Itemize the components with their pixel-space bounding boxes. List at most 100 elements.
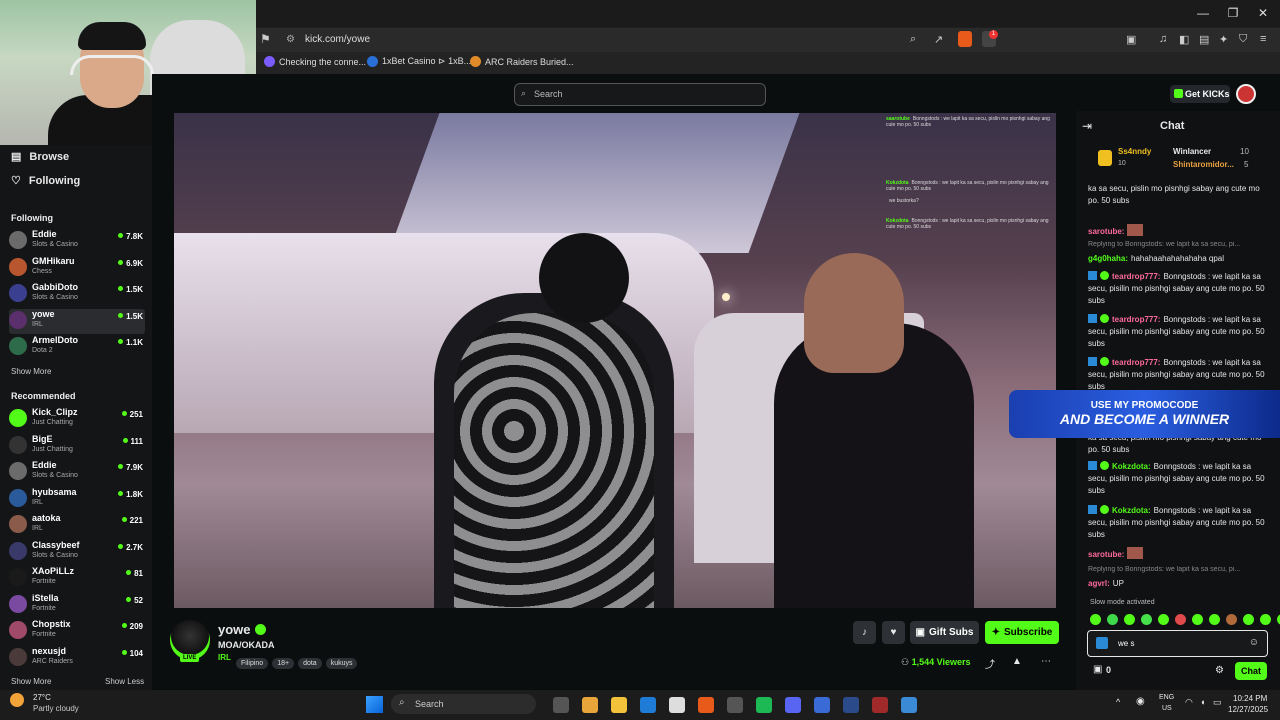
emoji-icon[interactable]: ☺ [1249, 637, 1259, 648]
clock-date[interactable]: 12/27/2025 [1228, 705, 1268, 714]
chat-username[interactable]: Kokzdota: [1112, 462, 1151, 471]
vscode-icon[interactable] [843, 697, 859, 713]
emote-icon[interactable] [1192, 614, 1203, 625]
bookmark-icon[interactable]: ⚑ [260, 32, 271, 46]
channel-item[interactable]: Eddie Slots & Casino 7.9K [9, 460, 145, 485]
emote-icon[interactable] [1124, 614, 1135, 625]
taskbar-search[interactable]: ⌕ Search [391, 694, 536, 714]
zoom-icon[interactable]: ⌕ [910, 33, 916, 46]
streamer-name[interactable]: yowe [218, 622, 251, 637]
channel-item[interactable]: iStella Fortnite 52 [9, 593, 145, 618]
clock-time[interactable]: 10:24 PM [1233, 694, 1267, 703]
channel-item[interactable]: Chopstix Fortnite 209 [9, 619, 145, 644]
chat-username[interactable]: teardrop777: [1112, 358, 1160, 367]
channel-item[interactable]: aatoka IRL 221 [9, 513, 145, 538]
chat-username[interactable]: Kokzdota: [1112, 506, 1151, 515]
tray-app-icon[interactable]: ◉ [1136, 696, 1145, 707]
minimize-icon[interactable]: — [1190, 4, 1216, 22]
tag-item[interactable]: Filipino [236, 658, 269, 669]
copilot-icon[interactable] [582, 697, 598, 713]
media-icon[interactable]: ♫ [1159, 33, 1167, 45]
taskbar-app-icon[interactable] [727, 697, 743, 713]
task-view-icon[interactable] [553, 697, 569, 713]
brave-icon[interactable] [698, 697, 714, 713]
subscribe-button[interactable]: ✦ Subscribe [985, 621, 1059, 644]
chat-username[interactable]: sarotube: [1088, 227, 1124, 236]
bookmark-item[interactable]: ARC Raiders Buried... [470, 56, 574, 67]
channel-item[interactable]: XAoPiLLz Fortnite 81 [9, 566, 145, 591]
promo-banner[interactable]: USE MY PROMOCODE AND BECOME A WINNER [1009, 390, 1280, 438]
report-icon[interactable]: ▲ [1012, 656, 1022, 667]
channel-item[interactable]: GMHikaru Chess 6.9K [9, 256, 145, 281]
tag-item[interactable]: 18+ [272, 658, 295, 669]
channel-item[interactable]: Eddie Slots & Casino 7.8K [9, 229, 145, 254]
collapse-chat-icon[interactable]: ⇥ [1082, 119, 1092, 133]
bookmark-item[interactable]: 1xBet Casino ⊳ 1xB... [367, 56, 471, 67]
calculator-icon[interactable] [901, 697, 917, 713]
wifi-icon[interactable]: ◠ [1185, 697, 1193, 708]
emote-icon[interactable] [1175, 614, 1186, 625]
maximize-icon[interactable]: ❐ [1220, 4, 1246, 22]
weather-desc[interactable]: Partly cloudy [33, 704, 79, 713]
show-more-recommended[interactable]: Show More [11, 677, 51, 686]
sidebar-toggle-icon[interactable]: ◧ [1179, 33, 1189, 46]
stream-category[interactable]: IRL [218, 653, 231, 662]
url-field[interactable]: kick.com/yowe [305, 34, 370, 45]
emote-icon[interactable] [1260, 614, 1271, 625]
chat-username[interactable]: teardrop777: [1112, 272, 1160, 281]
share-icon[interactable]: ↗ [934, 33, 943, 46]
menu-icon[interactable]: ≡ [1260, 33, 1266, 45]
file-explorer-icon[interactable] [611, 697, 627, 713]
weather-temp[interactable]: 27°C [33, 693, 51, 702]
windows-start-icon[interactable] [366, 696, 383, 713]
lang-indicator[interactable]: ENG [1159, 694, 1174, 701]
chat-username[interactable]: g4g0haha: [1088, 254, 1128, 263]
channel-item[interactable]: BigE Just Chatting 111 [9, 434, 145, 459]
channel-item[interactable]: Classybeef Slots & Casino 2.7K [9, 540, 145, 565]
show-less[interactable]: Show Less [105, 677, 144, 686]
notification-bell-button[interactable]: ♪ [853, 621, 876, 644]
emote-icon[interactable] [1226, 614, 1237, 625]
emote-icon[interactable] [1243, 614, 1254, 625]
chat-settings-icon[interactable]: ⚙ [1215, 665, 1224, 676]
close-icon[interactable]: ✕ [1250, 4, 1276, 22]
emote-icon[interactable] [1107, 614, 1118, 625]
follow-heart-button[interactable]: ♥ [882, 621, 905, 644]
more-options-icon[interactable]: ⋯ [1041, 656, 1051, 667]
nav-following[interactable]: ♡ Following [11, 174, 80, 188]
send-chat-button[interactable]: Chat [1235, 662, 1267, 680]
bookmark-item[interactable]: Checking the conne... [264, 56, 366, 67]
battery-icon[interactable]: ▭ [1213, 697, 1222, 708]
kicks-icon[interactable]: ▣ [1093, 664, 1102, 675]
chat-username[interactable]: agvrl: [1088, 579, 1110, 588]
tab-search-icon[interactable]: ▣ [1126, 33, 1136, 46]
leaderboard-name[interactable]: Shintaromidor... [1173, 160, 1234, 169]
region-indicator[interactable]: US [1162, 705, 1172, 712]
emote-icon[interactable] [1141, 614, 1152, 625]
gift-subs-button[interactable]: ▣ Gift Subs [910, 621, 979, 644]
leaderboard-name[interactable]: Winlancer [1173, 147, 1211, 156]
channel-item[interactable]: ArmelDoto Dota 2 1.1K [9, 335, 145, 360]
emote-icon[interactable] [1158, 614, 1169, 625]
channel-item[interactable]: GabbiDoto Slots & Casino 1.5K [9, 282, 145, 307]
tray-chevron-icon[interactable]: ^ [1116, 697, 1120, 707]
volume-icon[interactable]: ◖ [1200, 697, 1205, 707]
edge-icon[interactable] [640, 697, 656, 713]
tag-item[interactable]: dota [298, 658, 322, 669]
store-icon[interactable] [669, 697, 685, 713]
dota-icon[interactable] [872, 697, 888, 713]
emote-icon[interactable] [1209, 614, 1220, 625]
chat-input[interactable]: we s ☺ [1087, 630, 1268, 657]
nav-browse[interactable]: ▤ Browse [11, 150, 69, 164]
leaderboard-name[interactable]: Ss4nndy [1118, 147, 1151, 156]
emote-icon[interactable] [1090, 614, 1101, 625]
channel-item[interactable]: hyubsama IRL 1.8K [9, 487, 145, 512]
search-input[interactable]: ⌕ Search [514, 83, 766, 106]
notepad-icon[interactable] [814, 697, 830, 713]
brave-shield-icon[interactable] [958, 31, 972, 47]
channel-item[interactable]: Kick_Clipz Just Chatting 251 [9, 407, 145, 432]
chat-username[interactable]: teardrop777: [1112, 315, 1160, 324]
show-more-following[interactable]: Show More [11, 367, 51, 376]
vpn-icon[interactable]: ⛉ [1239, 33, 1247, 46]
wallet-icon[interactable]: ▤ [1199, 33, 1209, 46]
